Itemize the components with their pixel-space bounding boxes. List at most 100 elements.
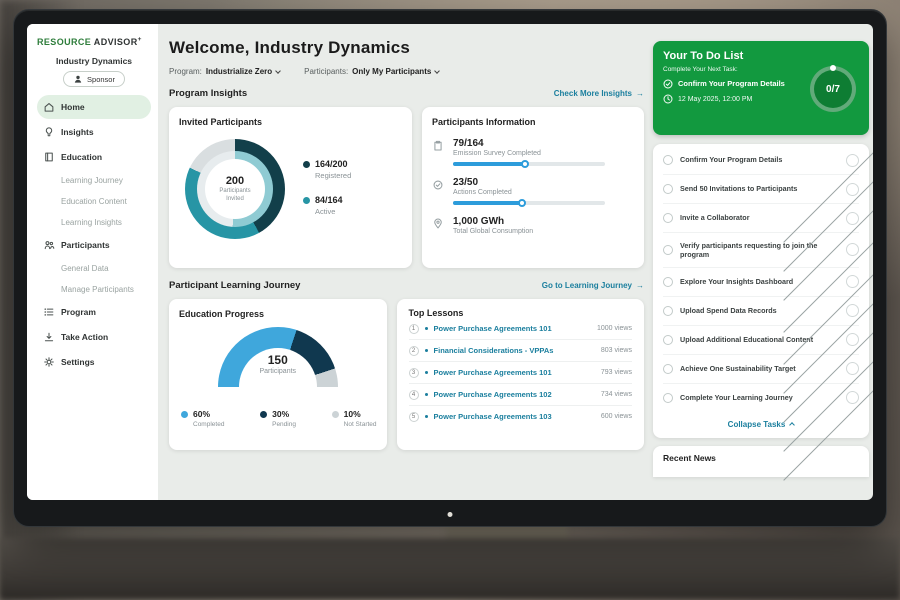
- recent-news-card: Recent News: [653, 446, 869, 477]
- insights-cards-row: Invited Participants 200 Participants In…: [169, 107, 644, 268]
- sidebar-item-learning-insights[interactable]: Learning Insights: [37, 212, 151, 232]
- legend-dot: [332, 411, 339, 418]
- checkbox-icon[interactable]: [663, 335, 673, 345]
- sidebar-item-participants[interactable]: Participants: [37, 233, 151, 257]
- sidebar: RESOURCE ADVISOR+ Industry Dynamics Spon…: [27, 24, 158, 500]
- sidebar-item-general-data[interactable]: General Data: [37, 258, 151, 278]
- legend-item: 60% Completed: [181, 409, 224, 428]
- lesson-row[interactable]: 5 Power Purchase Agreements 103 600 view…: [409, 406, 632, 427]
- legend-dot: [303, 197, 310, 204]
- lesson-link[interactable]: Power Purchase Agreements 103: [434, 412, 595, 421]
- check-circle-icon: [663, 79, 673, 89]
- chevron-right-icon[interactable]: [846, 154, 859, 167]
- chevron-right-icon[interactable]: [846, 275, 859, 288]
- progress-track: [453, 201, 605, 205]
- arrow-right-icon: →: [636, 281, 644, 290]
- gauge-center: 150 Participants: [169, 353, 387, 375]
- lesson-rank: 5: [409, 412, 419, 422]
- lesson-rank: 2: [409, 346, 419, 356]
- progress-fill: [453, 162, 526, 166]
- checkbox-icon[interactable]: [663, 306, 673, 316]
- scene: RESOURCE ADVISOR+ Industry Dynamics Spon…: [0, 0, 900, 600]
- check-circle-icon: [432, 177, 445, 205]
- legend-item: 30% Pending: [260, 409, 296, 428]
- sidebar-item-settings[interactable]: Settings: [37, 350, 151, 374]
- lesson-rank: 4: [409, 390, 419, 400]
- lesson-link[interactable]: Power Purchase Agreements 101: [434, 368, 595, 377]
- lesson-link[interactable]: Financial Considerations - VPPAs: [434, 346, 595, 355]
- todo-summary-card: Your To Do List Complete Your Next Task:…: [653, 41, 869, 135]
- brand-plus: +: [138, 36, 142, 43]
- lesson-row[interactable]: 2 Financial Considerations - VPPAs 803 v…: [409, 340, 632, 362]
- checkbox-icon[interactable]: [663, 393, 673, 403]
- lesson-bullet-icon: [425, 415, 428, 418]
- section-title: Participant Learning Journey: [169, 280, 300, 291]
- brand-secondary: ADVISOR: [94, 37, 138, 47]
- chevron-right-icon[interactable]: [846, 183, 859, 196]
- sidebar-item-program[interactable]: Program: [37, 300, 151, 324]
- education-progress-card: Education Progress 150 Participants 60%: [169, 299, 387, 450]
- sidebar-item-education[interactable]: Education: [37, 145, 151, 169]
- checkbox-icon[interactable]: [663, 184, 673, 194]
- task-row-confirm-program[interactable]: Confirm Your Program Details: [663, 146, 859, 175]
- chevron-right-icon[interactable]: [846, 362, 859, 375]
- app-logo: RESOURCE ADVISOR+: [37, 36, 151, 47]
- sidebar-item-education-content[interactable]: Education Content: [37, 191, 151, 211]
- learning-journey-header: Participant Learning Journey Go to Learn…: [169, 280, 644, 291]
- checkbox-icon[interactable]: [663, 213, 673, 223]
- chevron-right-icon[interactable]: [846, 304, 859, 317]
- donut-legend: 164/200 Registered 84/164 Active: [303, 159, 351, 216]
- participants-filter-dropdown[interactable]: Participants: Only My Participants: [304, 67, 439, 76]
- checkbox-icon[interactable]: [663, 364, 673, 374]
- next-task: Confirm Your Program Details: [663, 79, 793, 89]
- app-window: RESOURCE ADVISOR+ Industry Dynamics Spon…: [27, 24, 873, 500]
- sponsor-label: Sponsor: [87, 75, 115, 84]
- lesson-views: 803 views: [601, 347, 632, 354]
- main-content: Welcome, Industry Dynamics Program: Indu…: [158, 24, 644, 500]
- clipboard-icon: [432, 138, 445, 166]
- lesson-link[interactable]: Power Purchase Agreements 102: [434, 390, 595, 399]
- chevron-right-icon[interactable]: [846, 391, 859, 404]
- todo-progress-ring: 0/7: [810, 66, 856, 112]
- recent-news-title: Recent News: [663, 453, 716, 463]
- lesson-views: 793 views: [601, 369, 632, 376]
- sidebar-item-home[interactable]: Home: [37, 95, 151, 119]
- chevron-down-icon: [434, 68, 440, 74]
- sidebar-item-take-action[interactable]: Take Action: [37, 325, 151, 349]
- chevron-right-icon[interactable]: [846, 333, 859, 346]
- program-filter-dropdown[interactable]: Program: Industrialize Zero: [169, 67, 280, 76]
- top-lessons-card: Top Lessons 1 Power Purchase Agreements …: [397, 299, 644, 450]
- participants-information-card: Participants Information 79/164 Emission…: [422, 107, 644, 268]
- legend-dot: [260, 411, 267, 418]
- people-icon: [43, 239, 55, 251]
- lesson-row[interactable]: 4 Power Purchase Agreements 102 734 view…: [409, 384, 632, 406]
- sidebar-nav: Home Insights Education Learning Journey: [37, 94, 151, 375]
- sponsor-person-icon: [73, 74, 83, 84]
- checkbox-icon[interactable]: [663, 155, 673, 165]
- chevron-right-icon[interactable]: [846, 212, 859, 225]
- lesson-row[interactable]: 3 Power Purchase Agreements 101 793 view…: [409, 362, 632, 384]
- progress-fill: [453, 201, 523, 205]
- sidebar-item-learning-journey[interactable]: Learning Journey: [37, 170, 151, 190]
- card-title: Top Lessons: [409, 308, 632, 318]
- location-pin-icon: [432, 216, 445, 235]
- donut-center: 200 Participants Invited: [205, 159, 265, 219]
- book-icon: [43, 151, 55, 163]
- lesson-link[interactable]: Power Purchase Agreements 101: [434, 324, 591, 333]
- lesson-row[interactable]: 1 Power Purchase Agreements 101 1000 vie…: [409, 318, 632, 340]
- desk: [0, 538, 900, 600]
- sponsor-badge: Sponsor: [63, 71, 125, 87]
- go-to-learning-journey-link[interactable]: Go to Learning Journey →: [542, 281, 644, 290]
- chevron-right-icon[interactable]: [846, 243, 859, 256]
- check-more-insights-link[interactable]: Check More Insights →: [554, 89, 644, 98]
- checkbox-icon[interactable]: [663, 277, 673, 287]
- sidebar-item-insights[interactable]: Insights: [37, 120, 151, 144]
- checkbox-icon[interactable]: [663, 245, 673, 255]
- clock-icon: [663, 94, 673, 104]
- program-insights-header: Program Insights Check More Insights →: [169, 88, 644, 99]
- lesson-bullet-icon: [425, 371, 428, 374]
- sidebar-item-manage-participants[interactable]: Manage Participants: [37, 279, 151, 299]
- legend-item: 164/200 Registered: [303, 159, 351, 180]
- legend-item: 10% Not Started: [332, 409, 377, 428]
- gear-icon: [43, 356, 55, 368]
